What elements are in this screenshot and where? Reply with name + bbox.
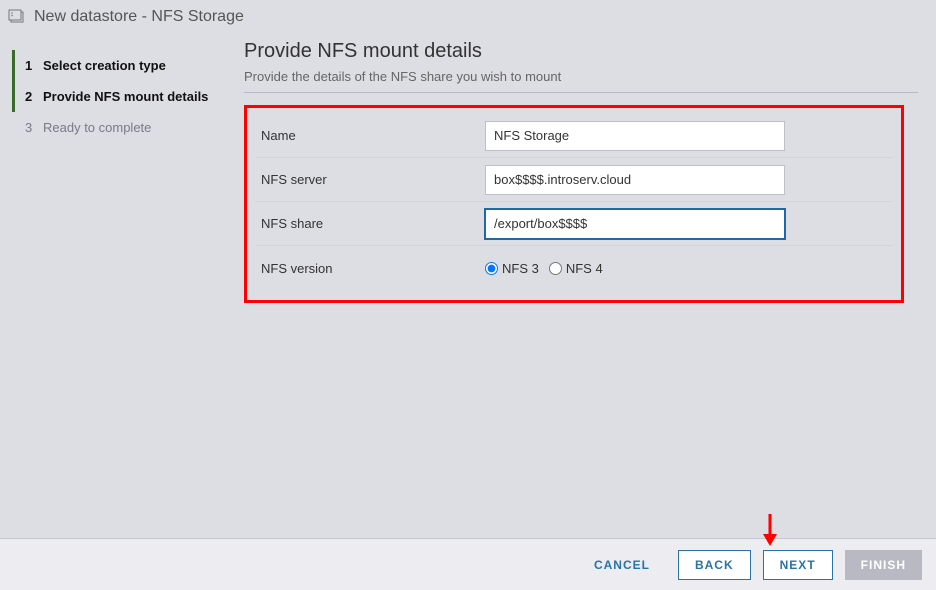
next-button[interactable]: Next — [763, 550, 833, 580]
step-number: 3 — [25, 120, 43, 135]
finish-button: Finish — [845, 550, 922, 580]
arrow-down-annotation-icon — [760, 512, 780, 549]
wizard-step-3[interactable]: 3 Ready to complete — [12, 112, 232, 143]
name-input[interactable] — [485, 121, 785, 151]
nfs-share-input[interactable] — [485, 209, 785, 239]
cancel-button[interactable]: Cancel — [578, 550, 666, 580]
form-row-nfs-share: NFS share — [255, 202, 893, 246]
titlebar: New datastore - NFS Storage — [0, 0, 936, 32]
form-row-nfs-server: NFS server — [255, 158, 893, 202]
form-row-name: Name — [255, 114, 893, 158]
nfs-version-nfs4-radio[interactable] — [549, 262, 562, 275]
nfs-share-label: NFS share — [255, 216, 485, 231]
wizard-content: Provide NFS mount details Provide the de… — [244, 40, 924, 538]
page-heading: Provide NFS mount details — [244, 40, 918, 63]
step-label: Ready to complete — [43, 120, 151, 135]
wizard-footer: Cancel Back Next Finish — [0, 538, 936, 590]
wizard-step-1[interactable]: 1 Select creation type — [12, 50, 232, 81]
step-number: 1 — [25, 58, 43, 73]
nfs-version-nfs3-label: NFS 3 — [502, 261, 539, 276]
nfs-version-nfs3-radio[interactable] — [485, 262, 498, 275]
step-number: 2 — [25, 89, 43, 104]
dialog-body: 1 Select creation type 2 Provide NFS mou… — [0, 32, 936, 538]
wizard-dialog: New datastore - NFS Storage 1 Select cre… — [0, 0, 936, 590]
window-title: New datastore - NFS Storage — [34, 8, 244, 26]
nfs-version-label: NFS version — [255, 261, 485, 276]
nfs-server-label: NFS server — [255, 172, 485, 187]
wizard-steps-sidebar: 1 Select creation type 2 Provide NFS mou… — [12, 40, 232, 538]
wizard-step-2[interactable]: 2 Provide NFS mount details — [12, 81, 232, 112]
nfs-version-nfs4-option[interactable]: NFS 4 — [549, 261, 603, 276]
step-label: Select creation type — [43, 58, 166, 73]
nfs-server-input[interactable] — [485, 165, 785, 195]
nfs-version-nfs4-label: NFS 4 — [566, 261, 603, 276]
form-highlight-box: Name NFS server NFS share — [244, 105, 904, 303]
datastore-stack-icon — [8, 9, 26, 25]
step-label: Provide NFS mount details — [43, 89, 208, 104]
page-subtitle: Provide the details of the NFS share you… — [244, 69, 918, 93]
name-label: Name — [255, 128, 485, 143]
nfs-version-nfs3-option[interactable]: NFS 3 — [485, 261, 539, 276]
back-button[interactable]: Back — [678, 550, 751, 580]
form-row-nfs-version: NFS version NFS 3 NFS 4 — [255, 246, 893, 290]
